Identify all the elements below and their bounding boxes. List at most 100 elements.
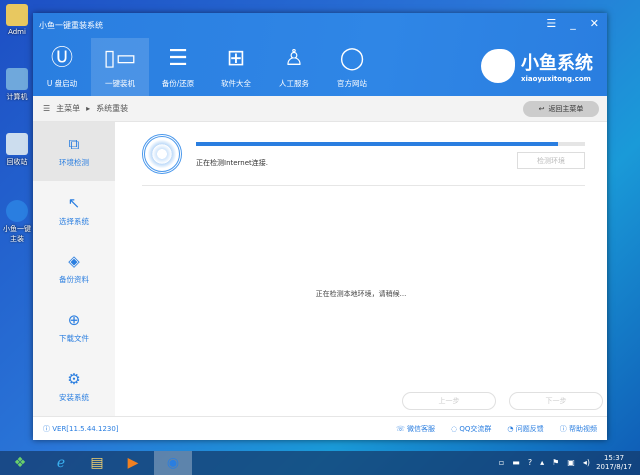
label: 帮助视频 xyxy=(569,424,597,433)
label: 安装系统 xyxy=(59,393,89,403)
breadcrumb: ☰ 主菜单 ▸ 系统重装 ↩ 返回主菜单 xyxy=(33,96,607,122)
desktop-icon-admin[interactable]: Admi xyxy=(0,4,34,36)
footer: ⓘ VER[11.5.44.1230] ☏ 微信客服 ◌ QQ交流群 ◔ 问题反… xyxy=(33,416,607,440)
close-icon[interactable]: ✕ xyxy=(590,17,599,30)
feedback-link[interactable]: ◔ 问题反馈 xyxy=(507,424,543,434)
nav-label: U 盘启动 xyxy=(46,78,78,88)
date: 2017/8/17 xyxy=(596,463,632,471)
nav-software[interactable]: ⊞ 软件大全 xyxy=(207,38,265,96)
nav-website[interactable]: ◯ 官方网站 xyxy=(323,38,381,96)
top-nav: Ⓤ U 盘启动 ▯▭ 一键装机 ☰ 备份/还原 ⊞ 软件大全 ♙ 人工服务 ◯ 官方网站 xyxy=(33,38,381,96)
radar-icon xyxy=(142,134,182,174)
nav-label: 一键装机 xyxy=(105,78,135,88)
clock[interactable]: 15:37 2017/8/17 xyxy=(596,454,632,472)
taskbar: ❖ ℯ ▤ ▶ ◉ ▫ ▬? ▴ ⚑ ▣ ◂) 15:37 2017/8/17 xyxy=(0,451,640,475)
download-icon: ⊕ xyxy=(67,311,81,330)
check-env-button[interactable]: 检测环境 xyxy=(517,152,585,169)
globe-icon: ◯ xyxy=(339,45,365,71)
help-icon[interactable]: ? xyxy=(528,458,532,467)
nav-label: 备份/还原 xyxy=(161,78,195,88)
explorer-icon[interactable]: ▤ xyxy=(82,451,112,475)
apps-grid-icon: ⊞ xyxy=(226,45,246,71)
person-icon: ♙ xyxy=(284,45,304,71)
chevron-right-icon: ▸ xyxy=(86,104,91,113)
help-link[interactable]: ⓘ 帮助视频 xyxy=(560,424,597,434)
nav-label: 官方网站 xyxy=(337,78,367,88)
label: QQ交流群 xyxy=(459,424,492,433)
media-player-icon[interactable]: ▶ xyxy=(118,451,148,475)
ie-icon[interactable]: ℯ xyxy=(46,451,76,475)
center-message: 正在检测本地环境，请稍候... xyxy=(315,290,407,298)
label: 回收站 xyxy=(6,158,28,166)
label: 微信客服 xyxy=(407,424,436,433)
logo-url: xiaoyuxitong.com xyxy=(521,75,591,83)
sidebar-item-backup[interactable]: ◈ 备份资料 xyxy=(33,240,115,299)
sidebar: ⧉ 环境检测 ↖ 选择系统 ◈ 备份资料 ⊕ 下载文件 ⚙ 安装系统 xyxy=(33,122,115,416)
devices-icon: ⧉ xyxy=(68,134,80,153)
label: 环境检测 xyxy=(59,157,89,167)
back-to-menu-button[interactable]: ↩ 返回主菜单 xyxy=(523,101,599,117)
info-icon: ⓘ xyxy=(43,424,53,433)
flag-icon[interactable]: ⚑ xyxy=(552,458,559,467)
label: 下载文件 xyxy=(59,334,89,344)
system-tray: ▫ ▬? ▴ ⚑ ▣ ◂) xyxy=(499,458,590,467)
computer-icon: ▯▭ xyxy=(103,45,137,71)
progress-bar xyxy=(196,142,585,146)
progress-fill xyxy=(196,142,558,146)
logo: 小鱼系统 xiaoyuxitong.com xyxy=(481,49,593,83)
menu-icon[interactable]: ☰ xyxy=(546,17,556,30)
desktop-icon-recycle-bin[interactable]: 回收站 xyxy=(0,133,34,167)
gear-icon: ⚙ xyxy=(67,370,81,389)
label: 小鱼一键主装 xyxy=(3,225,31,243)
nav-one-click-install[interactable]: ▯▭ 一键装机 xyxy=(91,38,149,96)
backup-icon: ☰ xyxy=(168,45,188,71)
nav-usb-boot[interactable]: Ⓤ U 盘启动 xyxy=(33,38,91,96)
version: VER[11.5.44.1230] xyxy=(52,424,119,433)
main-content: 正在检测Internet连接. 检测环境 正在检测本地环境，请稍候... 上一步… xyxy=(115,122,607,416)
layers-icon: ◈ xyxy=(68,252,80,271)
label: 选择系统 xyxy=(59,216,89,226)
prev-button[interactable]: 上一步 xyxy=(402,392,496,410)
label: 备份资料 xyxy=(59,275,89,285)
fish-logo-icon xyxy=(481,49,515,83)
desktop-icon-xiaoyu[interactable]: 小鱼一键主装 xyxy=(0,200,34,244)
nav-label: 人工服务 xyxy=(279,78,309,88)
label: 计算机 xyxy=(6,93,28,101)
wechat-link[interactable]: ☏ 微信客服 xyxy=(396,424,435,434)
sidebar-item-select-system[interactable]: ↖ 选择系统 xyxy=(33,181,115,240)
keyboard-icon[interactable]: ▬ xyxy=(512,458,520,467)
xiaoyu-taskbar-icon[interactable]: ◉ xyxy=(154,451,192,475)
status-text: 正在检测Internet连接. xyxy=(196,159,269,167)
app-window: 小鱼一键重装系统 ☰ _ ✕ Ⓤ U 盘启动 ▯▭ 一键装机 ☰ 备份/还原 ⊞ 软件大全 … xyxy=(33,13,607,440)
minimize-icon[interactable]: _ xyxy=(570,17,576,30)
usb-icon: Ⓤ xyxy=(50,45,73,71)
breadcrumb-home[interactable]: 主菜单 xyxy=(56,103,80,114)
divider xyxy=(142,185,585,186)
folder-icon xyxy=(6,4,28,26)
logo-name: 小鱼系统 xyxy=(521,53,593,74)
start-button[interactable]: ❖ xyxy=(0,451,40,475)
next-button[interactable]: 下一步 xyxy=(509,392,603,410)
computer-icon xyxy=(6,68,28,90)
label: Admi xyxy=(8,28,26,36)
nav-service[interactable]: ♙ 人工服务 xyxy=(265,38,323,96)
network-icon[interactable]: ▣ xyxy=(567,458,575,467)
sidebar-item-install[interactable]: ⚙ 安装系统 xyxy=(33,357,115,416)
nav-backup-restore[interactable]: ☰ 备份/还原 xyxy=(149,38,207,96)
header: 小鱼一键重装系统 ☰ _ ✕ Ⓤ U 盘启动 ▯▭ 一键装机 ☰ 备份/还原 ⊞ 软件大全 … xyxy=(33,13,607,96)
nav-label: 软件大全 xyxy=(221,78,251,88)
app-icon xyxy=(6,200,28,222)
breadcrumb-current: 系统重装 xyxy=(96,104,129,113)
arrow-up-icon[interactable]: ▴ xyxy=(540,458,544,467)
qq-link[interactable]: ◌ QQ交流群 xyxy=(451,424,491,434)
list-icon: ☰ xyxy=(43,104,51,113)
tray-icon[interactable]: ▫ xyxy=(499,458,504,467)
time: 15:37 xyxy=(603,454,625,462)
button-label: 返回主菜单 xyxy=(548,105,584,113)
recycle-bin-icon xyxy=(6,133,28,155)
sidebar-item-download[interactable]: ⊕ 下载文件 xyxy=(33,298,115,357)
desktop-icon-computer[interactable]: 计算机 xyxy=(0,68,34,102)
sidebar-item-env-check[interactable]: ⧉ 环境检测 xyxy=(33,122,115,181)
volume-icon[interactable]: ◂) xyxy=(583,458,590,467)
window-title: 小鱼一键重装系统 xyxy=(39,21,103,30)
